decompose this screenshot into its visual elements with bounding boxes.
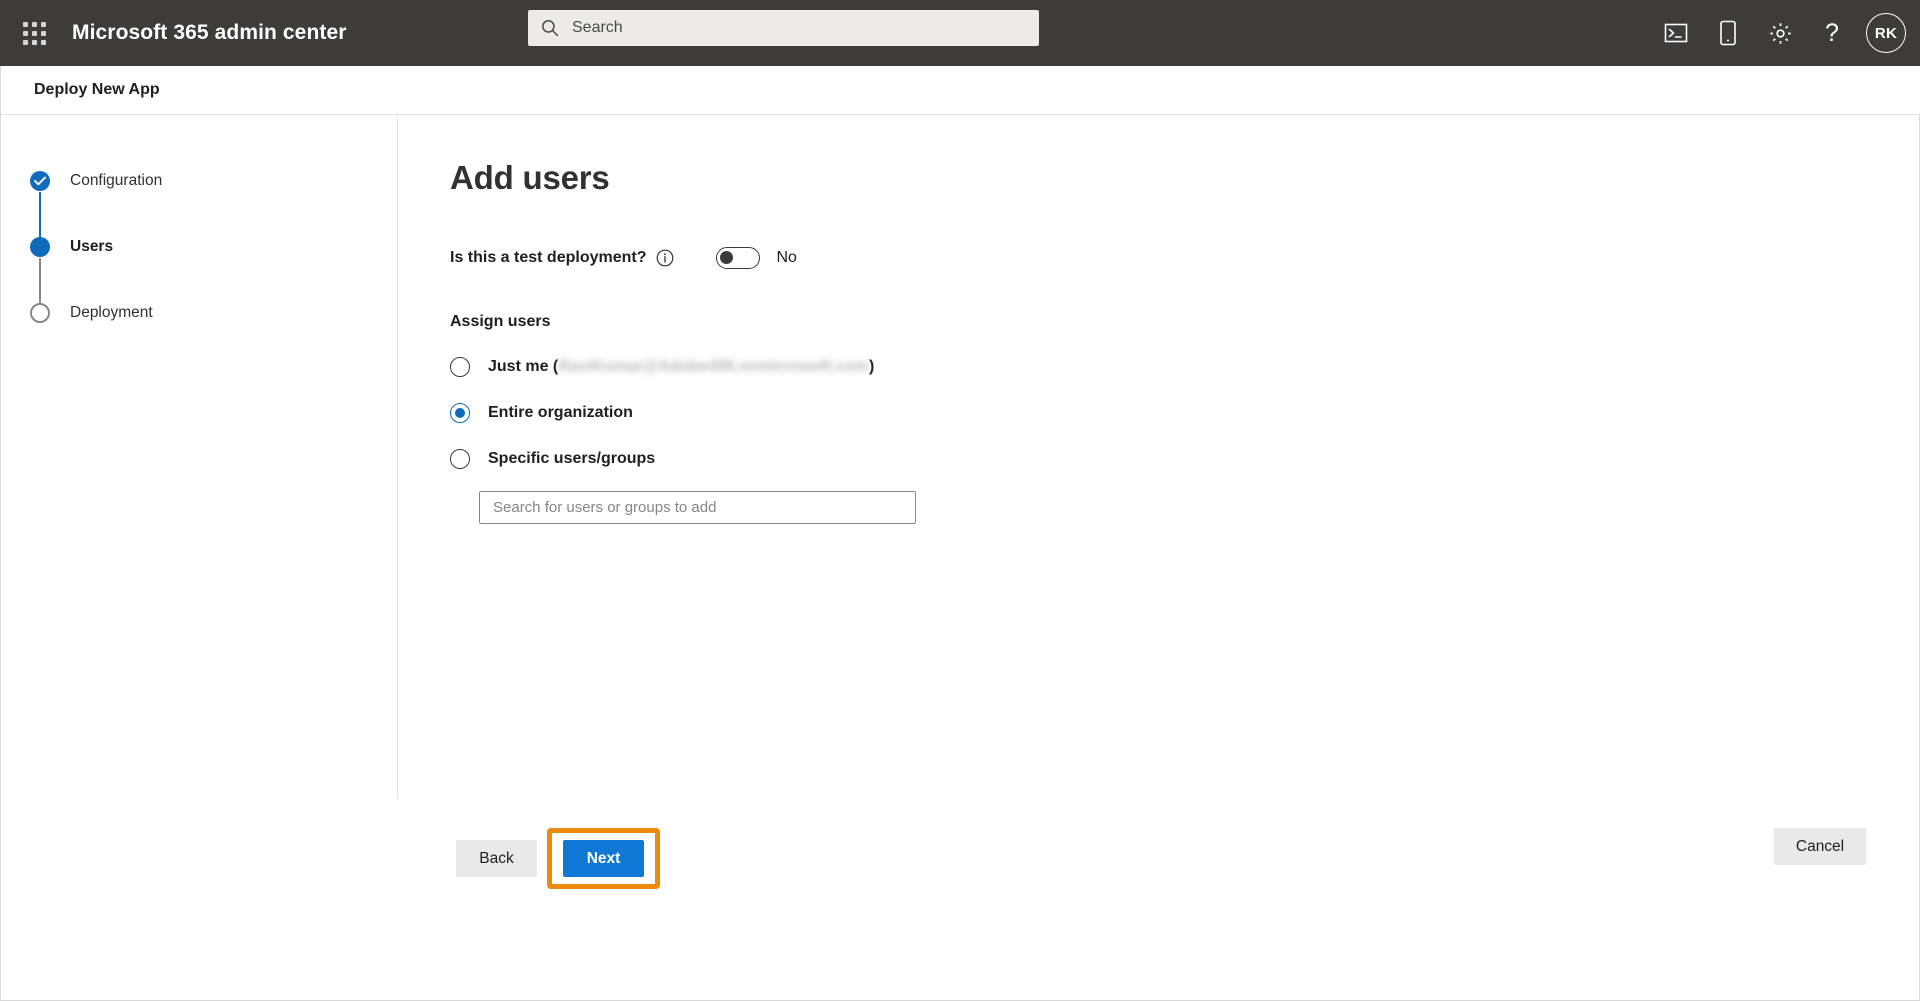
footer-right-actions: Cancel xyxy=(1774,828,1866,865)
waffle-grid xyxy=(22,21,46,45)
sidebar-item-label: Configuration xyxy=(70,172,163,189)
console-glyph xyxy=(1664,23,1688,43)
sidebar-item-label: Deployment xyxy=(70,304,153,321)
toggle-knob xyxy=(720,251,734,264)
waffle-dot xyxy=(40,21,46,27)
wizard-step-rail: Configuration Users Deployment xyxy=(0,115,398,799)
radio-label-suffix: ) xyxy=(869,358,875,375)
suite-header-bar: Microsoft 365 admin center Search ? RK xyxy=(0,0,1920,66)
help-icon[interactable]: ? xyxy=(1808,9,1856,57)
console-icon[interactable] xyxy=(1652,9,1700,57)
account-avatar[interactable]: RK xyxy=(1866,13,1906,53)
test-deployment-label: Is this a test deployment? xyxy=(450,249,647,266)
waffle-dot xyxy=(22,30,28,36)
radio-label: Just me (RaviKumar@Adobe496.onmicrosoft.… xyxy=(488,358,874,376)
mobile-icon[interactable] xyxy=(1704,9,1752,57)
user-group-search-input[interactable] xyxy=(491,498,904,517)
check-circle-icon xyxy=(30,171,50,191)
assign-users-label: Assign users xyxy=(450,313,551,330)
sidebar-item-users[interactable]: Users xyxy=(0,230,397,264)
radio-option-entire-organization[interactable]: Entire organization xyxy=(450,403,1920,423)
radio-label: Specific users/groups xyxy=(488,450,656,467)
redacted-email: RaviKumar@Adobe496.onmicrosoft.com xyxy=(558,358,870,375)
waffle-dot xyxy=(22,39,28,45)
test-deployment-row: Is this a test deployment? No xyxy=(450,247,1920,269)
waffle-dot xyxy=(31,21,37,27)
viewport-left-edge xyxy=(0,66,1,1001)
info-icon[interactable] xyxy=(656,249,674,267)
suite-action-buttons: ? RK xyxy=(1652,0,1906,66)
waffle-dot xyxy=(40,39,46,45)
gear-icon[interactable] xyxy=(1756,9,1804,57)
suite-title[interactable]: Microsoft 365 admin center xyxy=(72,21,347,45)
footer-left-actions: Back Next xyxy=(456,828,660,889)
radio-icon xyxy=(450,449,470,469)
radio-label: Entire organization xyxy=(488,404,633,421)
search-icon xyxy=(542,20,559,37)
sidebar-item-deployment[interactable]: Deployment xyxy=(0,296,397,330)
waffle-dot xyxy=(31,39,37,45)
next-button[interactable]: Next xyxy=(563,840,644,877)
help-glyph: ? xyxy=(1825,18,1839,47)
waffle-dot xyxy=(40,30,46,36)
global-search-box[interactable]: Search xyxy=(528,10,1039,46)
global-search-placeholder: Search xyxy=(572,19,623,36)
waffle-dot xyxy=(22,21,28,27)
cancel-button[interactable]: Cancel xyxy=(1774,828,1866,865)
radio-icon xyxy=(450,357,470,377)
breadcrumb: Deploy New App xyxy=(34,81,160,98)
mobile-glyph xyxy=(1720,20,1736,46)
waffle-dot xyxy=(31,30,37,36)
empty-circle-icon xyxy=(30,303,50,323)
check-glyph xyxy=(34,176,46,186)
radio-option-specific-users-groups[interactable]: Specific users/groups xyxy=(450,449,1920,469)
wizard-footer: Back Next Cancel xyxy=(398,799,1920,1000)
radio-icon-selected xyxy=(450,403,470,423)
sidebar-item-configuration[interactable]: Configuration xyxy=(0,164,397,198)
back-button[interactable]: Back xyxy=(456,840,537,877)
step-list: Configuration Users Deployment xyxy=(0,164,397,330)
toggle-state-label: No xyxy=(776,249,797,266)
filled-circle-icon xyxy=(30,237,50,257)
gear-glyph xyxy=(1769,22,1791,44)
page-title: Add users xyxy=(450,159,610,196)
user-group-search-field[interactable] xyxy=(479,491,916,524)
radio-label-prefix: Just me ( xyxy=(488,358,559,375)
app-launcher-waffle-icon[interactable] xyxy=(10,9,58,57)
radio-option-just-me[interactable]: Just me (RaviKumar@Adobe496.onmicrosoft.… xyxy=(450,357,1920,377)
test-deployment-toggle[interactable] xyxy=(716,247,761,269)
page-header: Deploy New App xyxy=(0,66,1920,115)
sidebar-item-label: Users xyxy=(70,238,114,255)
wizard-body: Configuration Users Deployment Add users… xyxy=(0,115,1920,1000)
next-button-highlight-annotation: Next xyxy=(547,828,660,889)
